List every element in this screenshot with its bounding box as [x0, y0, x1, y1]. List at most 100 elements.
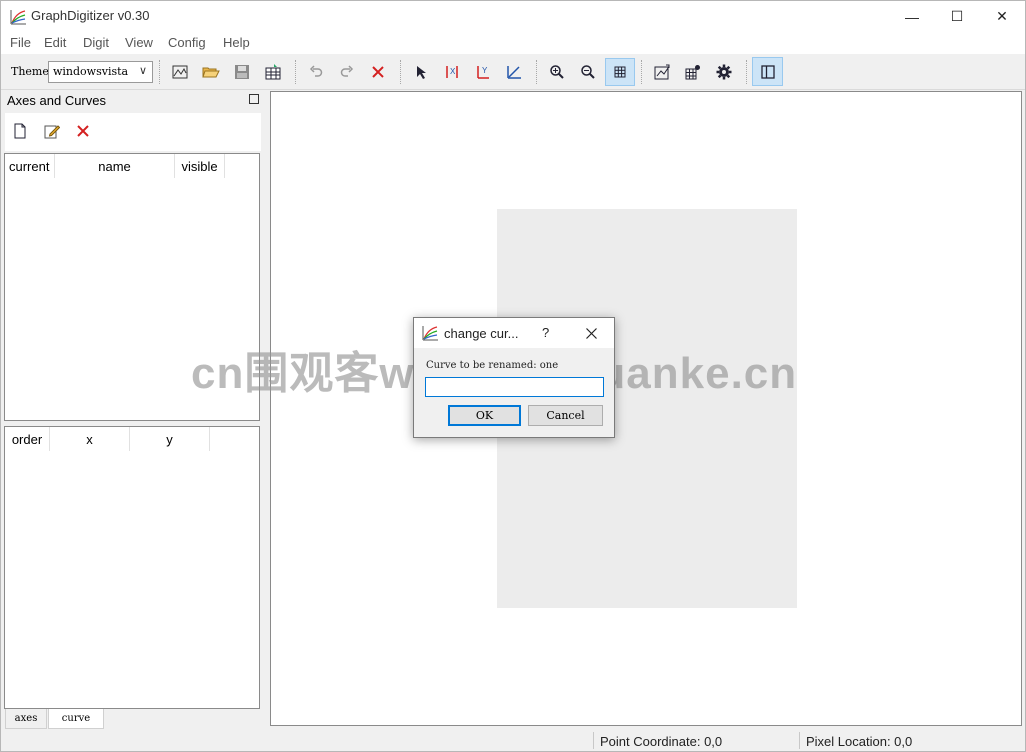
- app-window: GraphDigitizer v0.30 — ☐ ✕ File Edit Dig…: [0, 0, 1026, 752]
- maximize-button[interactable]: ☐: [934, 1, 980, 32]
- ok-button[interactable]: OK: [448, 405, 521, 426]
- theme-select-value: windowsvista: [53, 65, 129, 78]
- status-bar: Point Coordinate: 0,0 Pixel Location: 0,…: [1, 729, 1025, 751]
- set-x-axis-button[interactable]: X: [438, 59, 466, 85]
- x-axis-icon: X: [446, 66, 458, 78]
- rename-curve-button[interactable]: [42, 121, 62, 141]
- dialog-title: change cur...: [444, 326, 519, 341]
- column-header-y[interactable]: y: [130, 427, 210, 451]
- points-table[interactable]: order x y: [4, 426, 260, 709]
- chevron-down-icon: ∨: [138, 64, 147, 77]
- new-document-icon: [14, 123, 26, 139]
- settings-grid-button[interactable]: [679, 59, 707, 85]
- zoom-in-icon: [550, 65, 564, 79]
- menu-config[interactable]: Config: [168, 35, 206, 50]
- redo-icon: [340, 65, 354, 77]
- cancel-button[interactable]: Cancel: [528, 405, 603, 426]
- theme-label: Theme: [11, 65, 49, 78]
- delete-icon: [77, 125, 89, 137]
- open-project-button[interactable]: [197, 59, 225, 85]
- dialog-title-bar: change cur... ?: [414, 318, 614, 348]
- close-button[interactable]: ✕: [979, 1, 1025, 32]
- theme-select[interactable]: windowsvista ∨: [48, 61, 153, 83]
- dock-title: Axes and Curves: [7, 93, 106, 108]
- toolbar-separator: [746, 60, 748, 84]
- tab-axes[interactable]: axes: [5, 709, 47, 729]
- zoom-in-button[interactable]: [543, 59, 571, 85]
- panel-toggle-button[interactable]: [752, 57, 783, 86]
- edit-pencil-icon: [44, 125, 60, 139]
- pixel-location: Pixel Location: 0,0: [806, 734, 913, 749]
- menu-digit[interactable]: Digit: [83, 35, 109, 50]
- column-header-name[interactable]: name: [55, 154, 175, 178]
- set-y-axis-button[interactable]: Y: [469, 59, 497, 85]
- column-header-current[interactable]: current: [5, 154, 55, 178]
- toolbar-separator: [641, 60, 643, 84]
- save-icon: [235, 65, 249, 79]
- open-image-button[interactable]: [166, 59, 194, 85]
- delete-button[interactable]: [364, 59, 392, 85]
- toolbar-separator: [159, 60, 161, 84]
- delete-curve-button[interactable]: [73, 121, 93, 141]
- fit-curve-icon: [654, 64, 670, 80]
- column-header-x[interactable]: x: [50, 427, 130, 451]
- select-point-button[interactable]: [407, 59, 435, 85]
- window-title: GraphDigitizer v0.30: [31, 8, 150, 23]
- open-image-icon: [172, 65, 188, 79]
- open-folder-icon: [202, 67, 220, 78]
- toolbar-separator: [536, 60, 538, 84]
- svg-text:X: X: [450, 67, 456, 76]
- column-header-visible[interactable]: visible: [175, 154, 225, 178]
- main-toolbar: Theme windowsvista ∨ X Y: [1, 54, 1025, 90]
- delete-icon: [372, 66, 384, 78]
- zoom-out-button[interactable]: [574, 59, 602, 85]
- column-header-order[interactable]: order: [5, 427, 50, 451]
- menu-file[interactable]: File: [10, 35, 31, 50]
- menu-edit[interactable]: Edit: [44, 35, 66, 50]
- curve-name-input[interactable]: [425, 377, 604, 397]
- undo-icon: [309, 65, 323, 77]
- status-separator: [799, 732, 800, 749]
- grid-icon: [614, 66, 626, 78]
- dialog-prompt-label: Curve to be renamed: one: [426, 360, 559, 371]
- menu-help[interactable]: Help: [223, 35, 250, 50]
- zoom-out-icon: [581, 65, 595, 79]
- app-logo-icon: [422, 326, 438, 341]
- new-curve-button[interactable]: [10, 121, 30, 141]
- menu-bar: File Edit Digit View Config Help: [1, 32, 1025, 54]
- dock-float-icon[interactable]: [249, 94, 259, 104]
- title-bar: GraphDigitizer v0.30 — ☐ ✕: [1, 1, 1025, 32]
- redo-button[interactable]: [333, 59, 361, 85]
- toolbar-separator: [295, 60, 297, 84]
- close-icon: [585, 327, 597, 339]
- dock-tabs: axes curve: [5, 709, 261, 731]
- gear-icon: [716, 64, 732, 80]
- dialog-close-button[interactable]: [580, 323, 602, 343]
- save-button[interactable]: [228, 59, 256, 85]
- minimize-button[interactable]: —: [889, 1, 935, 32]
- fit-curve-button[interactable]: [648, 59, 676, 85]
- axis-curve-button[interactable]: [500, 59, 528, 85]
- status-separator: [593, 732, 594, 749]
- cursor-icon: [417, 66, 426, 79]
- dialog-help-button[interactable]: ?: [542, 325, 549, 340]
- svg-text:Y: Y: [482, 66, 488, 75]
- app-logo-icon: [10, 10, 26, 25]
- undo-button[interactable]: [302, 59, 330, 85]
- menu-view[interactable]: View: [125, 35, 153, 50]
- dock-title-bar: Axes and Curves: [5, 91, 263, 111]
- export-table-icon: [265, 64, 281, 80]
- toolbar-separator: [400, 60, 402, 84]
- tab-curve[interactable]: curve: [48, 709, 104, 729]
- curve-tools: [5, 113, 261, 151]
- settings-button[interactable]: [710, 59, 738, 85]
- export-button[interactable]: [259, 59, 287, 85]
- settings-grid-icon: [685, 65, 700, 80]
- rename-curve-dialog: change cur... ? Curve to be renamed: one…: [413, 317, 615, 438]
- panel-toggle-icon: [760, 64, 775, 79]
- graph-canvas[interactable]: [270, 91, 1022, 726]
- y-axis-icon: Y: [477, 66, 489, 79]
- point-coordinate: Point Coordinate: 0,0: [600, 734, 723, 749]
- grid-toggle-button[interactable]: [605, 58, 635, 86]
- axis-curve-icon: [507, 66, 521, 79]
